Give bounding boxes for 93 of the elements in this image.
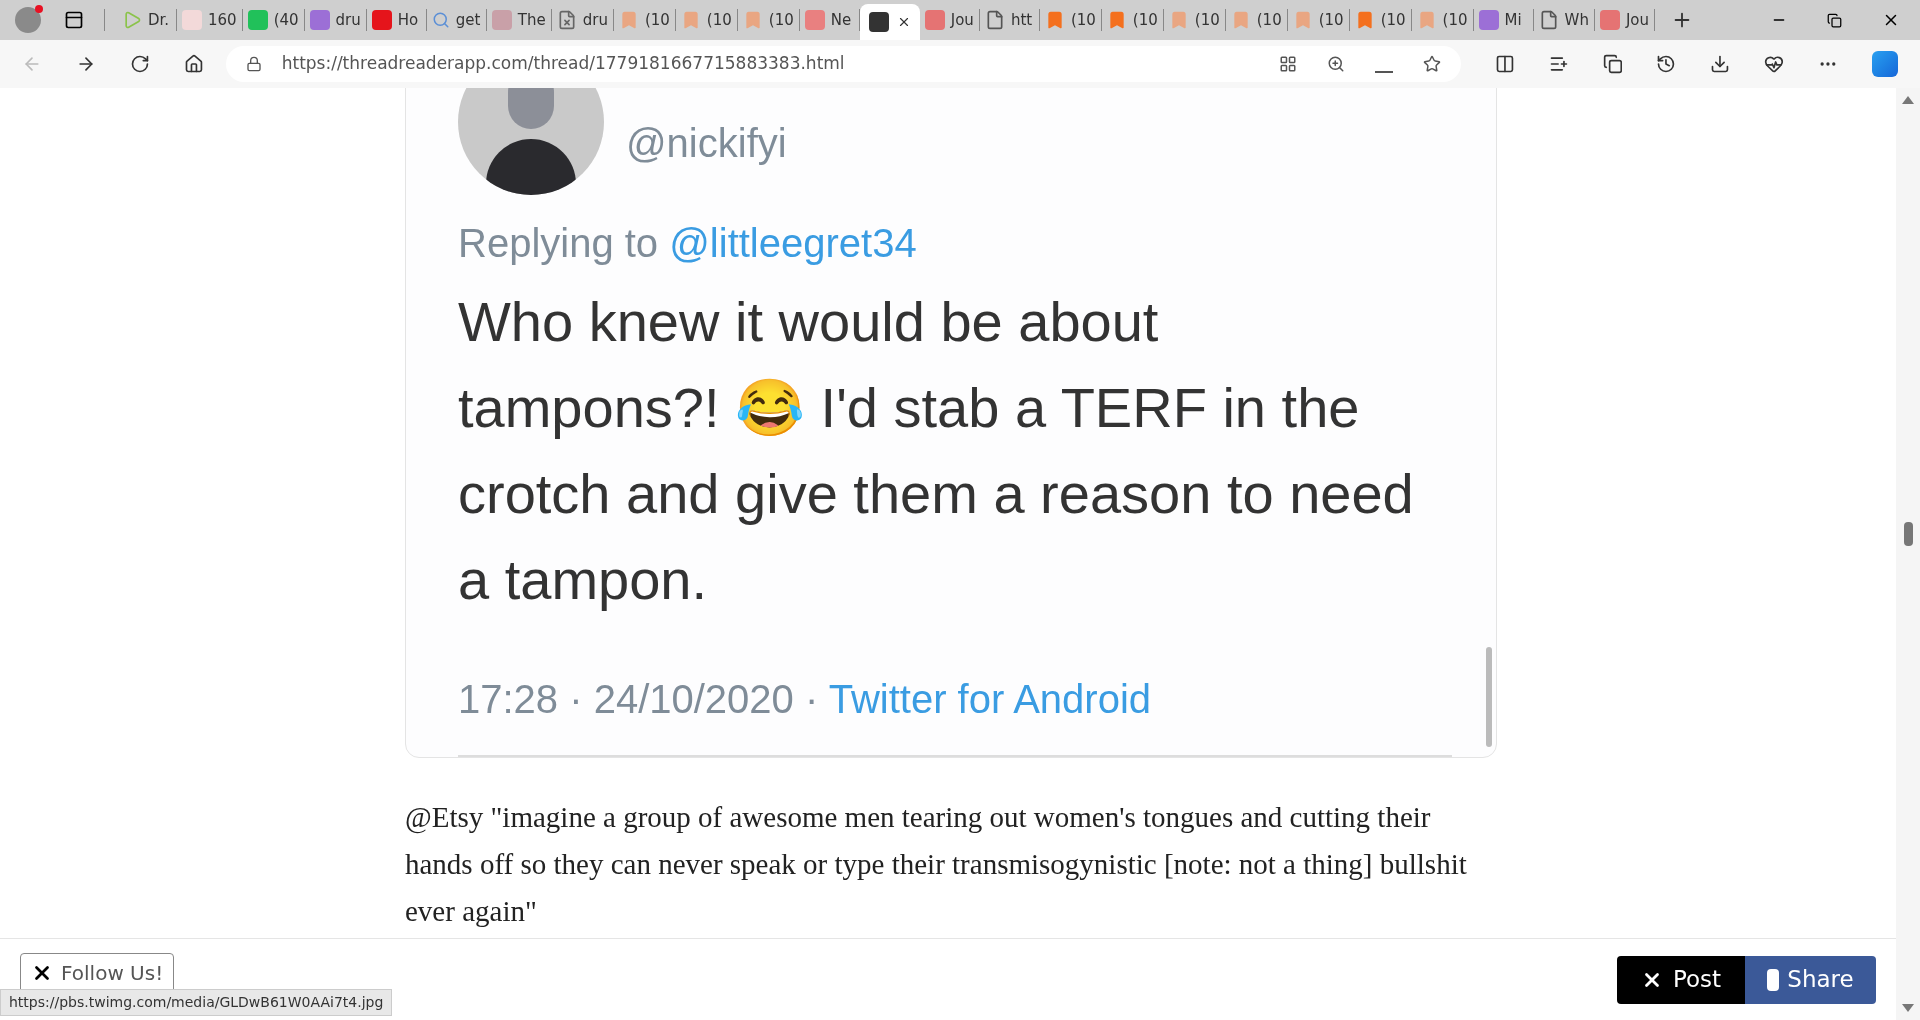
browser-tab[interactable]: Ne xyxy=(799,9,860,31)
favorites-icon[interactable] xyxy=(1548,54,1569,74)
tweet-timestamp: 17:28 · 24/10/2020 · xyxy=(458,677,819,721)
browser-tab[interactable]: Jou xyxy=(919,9,980,31)
browser-tab[interactable]: get xyxy=(426,9,487,31)
tab-title: Jou xyxy=(1625,9,1649,31)
tab-title: (10 xyxy=(1070,9,1096,31)
tab-title: 160 xyxy=(208,9,237,31)
tab-title: dru xyxy=(582,9,608,31)
tweet-text-line: Who knew it would be about xyxy=(458,289,1160,355)
restore-icon[interactable] xyxy=(1827,12,1842,28)
heart-icon[interactable] xyxy=(1764,54,1785,74)
tab-title: Ne xyxy=(830,9,852,31)
lock-icon xyxy=(245,56,262,72)
tab-title: htt xyxy=(1010,9,1033,31)
tab-favicon-icon xyxy=(309,10,330,30)
tab-title: Mi xyxy=(1504,9,1522,31)
post-button[interactable]: Post xyxy=(1617,955,1745,1004)
browser-tab[interactable]: 160 xyxy=(177,9,243,31)
browser-tab[interactable]: (10 xyxy=(1039,9,1102,31)
tab-title: (10 xyxy=(1318,9,1344,31)
scroll-up-icon[interactable] xyxy=(1902,96,1914,104)
tab-favicon-icon xyxy=(247,10,268,30)
tab-favicon-icon xyxy=(182,10,202,30)
tweet-handle: @nickifyi xyxy=(626,120,787,167)
tab-favicon-icon xyxy=(491,10,512,30)
scrollbar-thumb[interactable] xyxy=(1904,522,1913,546)
browser-tab[interactable]: Ho xyxy=(366,9,427,31)
tab-title: (10 xyxy=(1442,9,1468,31)
browser-tab[interactable]: Dr. xyxy=(117,9,177,31)
split-screen-icon[interactable] xyxy=(1494,54,1515,74)
profile-avatar-icon[interactable] xyxy=(15,7,41,33)
browser-tab[interactable]: (10 xyxy=(613,9,676,31)
tab-title: The xyxy=(517,9,546,31)
collections-icon[interactable] xyxy=(1602,54,1623,74)
tab-title: Jou xyxy=(950,9,974,31)
tab-title: (10 xyxy=(768,9,794,31)
tab-title: Wh xyxy=(1564,9,1589,31)
browser-tab[interactable]: (40 xyxy=(242,9,305,31)
browser-tab[interactable]: htt xyxy=(979,9,1040,31)
copilot-icon[interactable] xyxy=(1872,51,1899,77)
home-icon[interactable] xyxy=(183,54,204,74)
tab-title: (10 xyxy=(1132,9,1158,31)
tab-favicon-icon xyxy=(1478,10,1499,30)
tab-title: dru xyxy=(335,9,361,31)
tweet-text-line: crotch and give them a reason to need xyxy=(458,461,1415,527)
tab-actions-icon[interactable] xyxy=(64,10,84,30)
replying-label: Replying to xyxy=(458,221,659,265)
browser-tab[interactable]: (10 xyxy=(1349,9,1412,31)
app-grid-icon[interactable] xyxy=(1278,55,1297,73)
facebook-logo-icon xyxy=(1767,968,1780,991)
browser-tab[interactable]: (10 xyxy=(737,9,800,31)
tab-favicon-icon xyxy=(1599,10,1620,30)
history-icon[interactable] xyxy=(1656,54,1677,74)
url-text: https://threadreaderapp.com/thread/1779181667715883383.html xyxy=(281,52,845,76)
search-icon xyxy=(431,11,450,29)
zoom-icon[interactable] xyxy=(1326,55,1345,73)
browser-tab[interactable]: The xyxy=(486,9,552,31)
browser-tab[interactable]: (10 xyxy=(675,9,738,31)
star-icon[interactable] xyxy=(1422,55,1441,73)
browser-tab[interactable]: (10 xyxy=(1163,9,1226,31)
link-preview-tooltip: https://pbs.twimg.com/media/GLDwB61W0AAi7t4.jpg xyxy=(0,989,393,1016)
tweet-text-line: a tampon. xyxy=(458,547,709,613)
tab-title: (10 xyxy=(644,9,670,31)
play-icon xyxy=(122,10,142,30)
tweet-text-line: tampons?! 😂 I'd stab a TERF in the xyxy=(458,375,1361,441)
browser-tab[interactable] xyxy=(859,4,920,40)
browser-tab[interactable]: (10 xyxy=(1287,9,1350,31)
browser-tab[interactable]: Wh xyxy=(1533,9,1595,31)
tab-title: Dr. xyxy=(148,9,170,31)
browser-tab[interactable]: dru xyxy=(551,9,614,31)
tab-title: (10 xyxy=(1256,9,1282,31)
tab-title: get xyxy=(455,9,481,31)
tab-title: (10 xyxy=(1380,9,1406,31)
tab-title: Ho xyxy=(397,9,419,31)
browser-tab[interactable]: (10 xyxy=(1411,9,1474,31)
share-button[interactable]: Share xyxy=(1745,955,1876,1004)
browser-tab[interactable]: dru xyxy=(304,9,367,31)
browser-tab[interactable]: (10 xyxy=(1225,9,1288,31)
tab-title: (10 xyxy=(1194,9,1220,31)
browser-tab[interactable]: (10 xyxy=(1101,9,1164,31)
address-bar[interactable]: https://threadreaderapp.com/thread/1779181667715883383.html xyxy=(225,46,1461,82)
browser-tab[interactable]: Mi xyxy=(1473,9,1534,31)
tab-favicon-icon xyxy=(868,12,889,32)
thread-text: @Etsy "imagine a group of awesome men tearing out women's tongues and cutting their hands off so they can never speak or type their transmisogynistic [note: not a thing] bullshit ever again" xyxy=(405,800,1468,929)
tab-title: (10 xyxy=(706,9,732,31)
tab-title: (40 xyxy=(273,9,299,31)
browser-tab[interactable]: Jou xyxy=(1594,9,1655,31)
tab-favicon-icon xyxy=(371,10,392,30)
tab-favicon-icon xyxy=(804,10,825,30)
download-icon[interactable] xyxy=(1710,54,1731,74)
tab-favicon-icon xyxy=(924,10,945,30)
reload-icon[interactable] xyxy=(129,54,150,74)
